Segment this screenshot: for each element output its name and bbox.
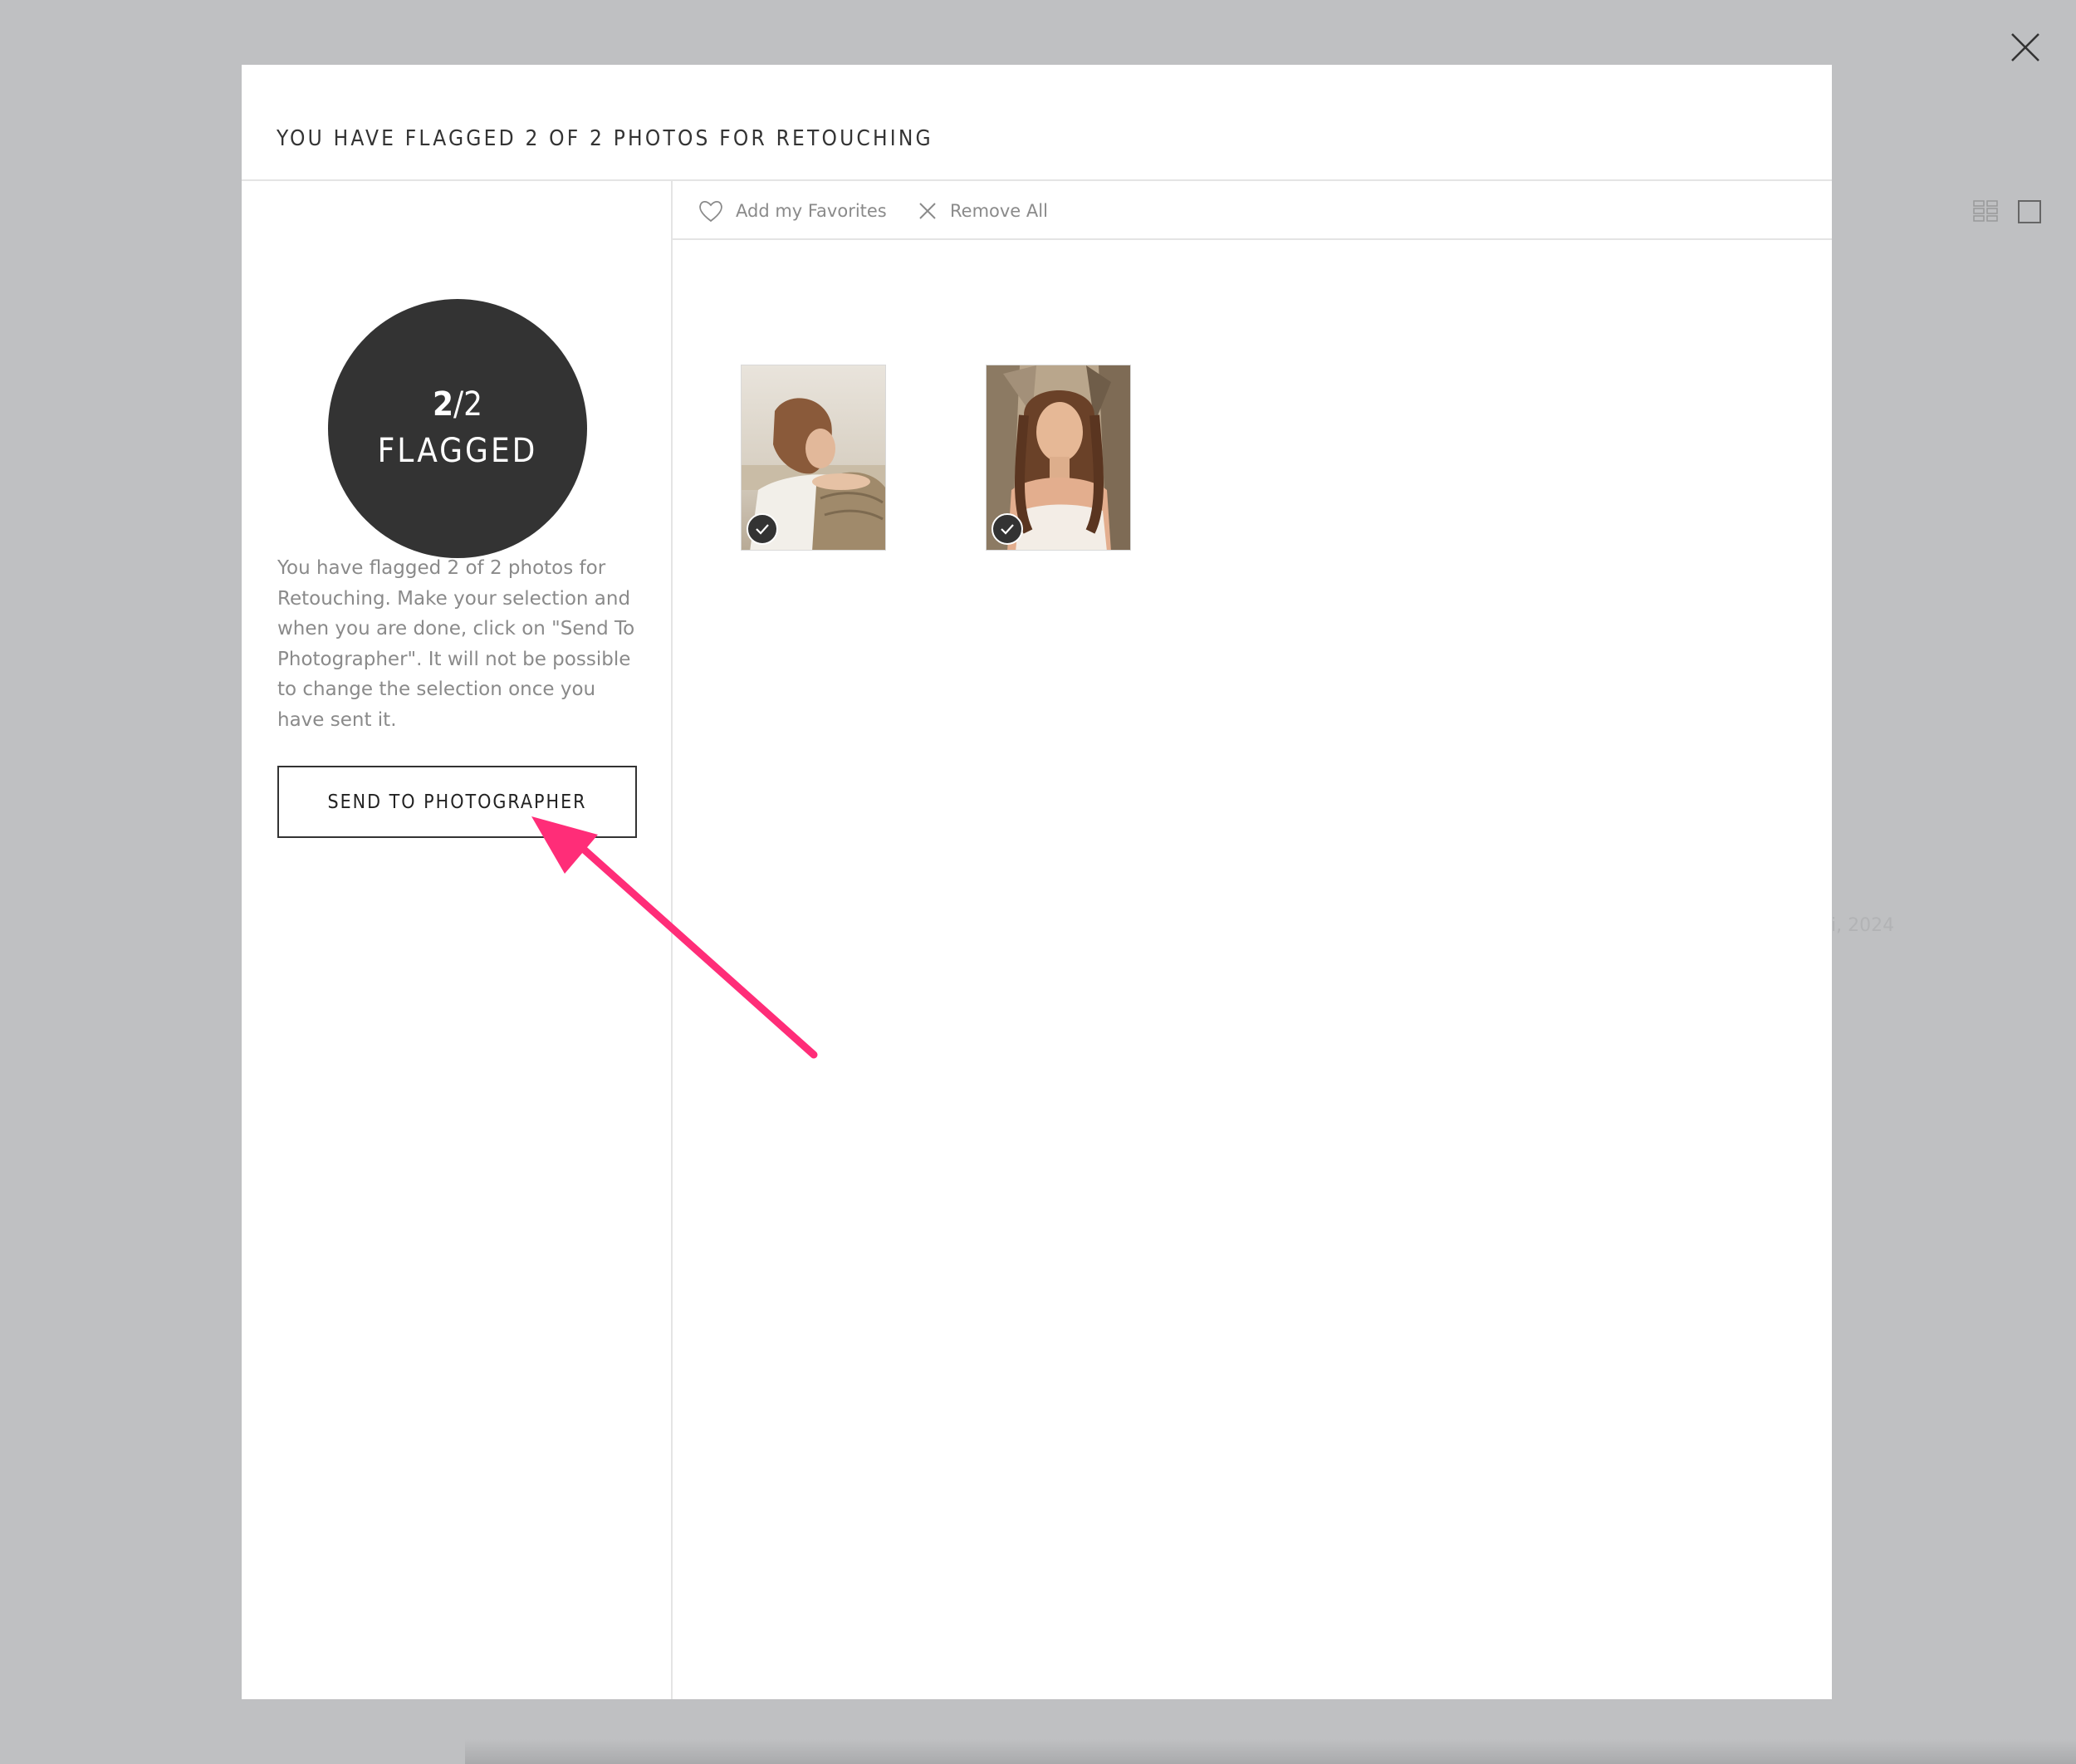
photos-toolbar: Add my Favorites Remove All [673, 181, 2041, 240]
photo-thumbnail-1[interactable] [741, 365, 886, 551]
flagged-count: 2/2 [433, 383, 482, 426]
flagged-count-total: /2 [453, 385, 483, 424]
flagged-counter: 2/2 FLAGGED [328, 299, 587, 558]
remove-all-label: Remove All [950, 200, 1048, 221]
heart-icon [699, 200, 722, 222]
background-text: i, 2024 [1831, 915, 1895, 936]
photo-thumbnail-2[interactable] [986, 365, 1131, 551]
close-x-icon [919, 202, 936, 219]
retouch-modal: YOU HAVE FLAGGED 2 OF 2 PHOTOS FOR RETOU… [242, 65, 2041, 1699]
add-favorites-button[interactable]: Add my Favorites [698, 181, 887, 240]
close-icon[interactable] [2001, 23, 2049, 71]
selected-check-icon [991, 513, 1023, 545]
flagged-label: FLAGGED [377, 432, 538, 470]
remove-all-button[interactable]: Remove All [917, 181, 1048, 240]
photos-panel: Add my Favorites Remove All [673, 181, 2041, 1699]
background-shade [465, 1739, 2076, 1764]
selected-check-icon [747, 513, 778, 545]
modal-title: YOU HAVE FLAGGED 2 OF 2 PHOTOS FOR RETOU… [277, 126, 933, 151]
add-favorites-label: Add my Favorites [736, 200, 887, 221]
single-view-icon[interactable] [2017, 199, 2042, 228]
flagged-count-number: 2 [432, 385, 453, 424]
grid-view-icon[interactable] [1973, 199, 1998, 226]
modal-header: YOU HAVE FLAGGED 2 OF 2 PHOTOS FOR RETOU… [242, 65, 1832, 181]
instructions-text: You have flagged 2 of 2 photos for Retou… [277, 557, 635, 731]
send-to-photographer-button[interactable]: SEND TO PHOTOGRAPHER [277, 766, 637, 838]
summary-panel: 2/2 FLAGGED You have flagged 2 of 2 phot… [242, 181, 673, 1699]
